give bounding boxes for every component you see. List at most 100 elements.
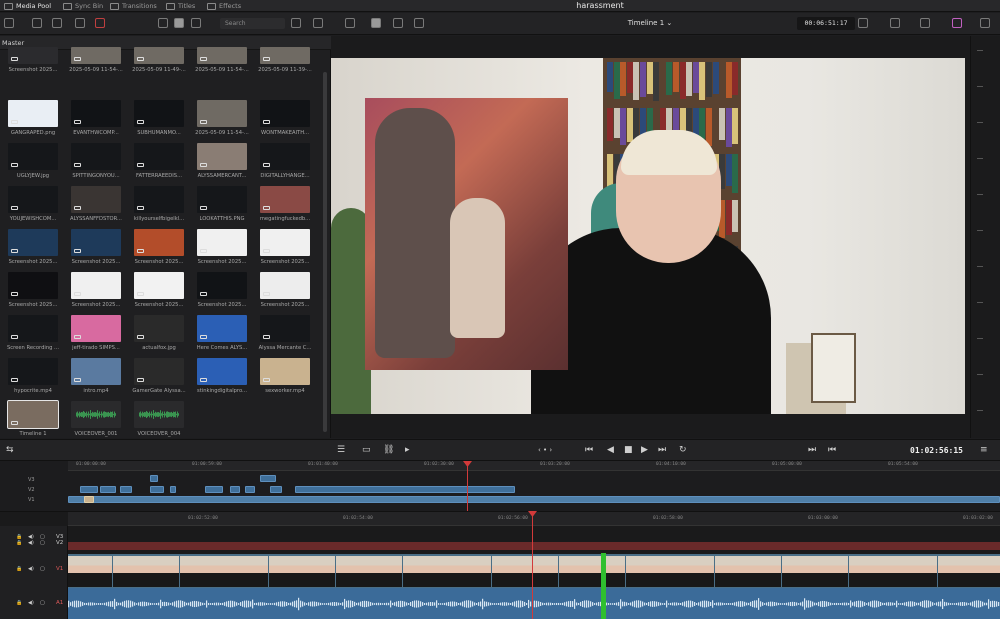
panel-toggle-icon[interactable] bbox=[4, 18, 14, 28]
media-clip[interactable]: EVANTHWCOMP... bbox=[71, 100, 121, 139]
text-tool-icon[interactable] bbox=[414, 18, 424, 28]
lock-icon[interactable]: 🔒 bbox=[16, 566, 22, 572]
media-clip[interactable]: SUBHUMANMO... bbox=[134, 100, 184, 139]
mini-timeline[interactable]: 01:00:00:00 01:00:59:00 01:01:40:00 01:02:3… bbox=[0, 461, 1000, 511]
media-clip[interactable]: Screenshot 2025... bbox=[260, 229, 310, 268]
media-clip[interactable]: megatingfuckedb... bbox=[260, 186, 310, 225]
media-clip[interactable]: Screenshot 2025... bbox=[8, 272, 58, 311]
media-clip[interactable]: sexworker.mp4 bbox=[260, 358, 310, 397]
media-clip[interactable]: intro.mp4 bbox=[71, 358, 121, 397]
media-clip[interactable]: Screenshot 2025... bbox=[71, 229, 121, 268]
speaker-icon[interactable] bbox=[980, 18, 990, 28]
media-clip[interactable]: Screenshot 2025... bbox=[134, 229, 184, 268]
media-clip[interactable]: ALYSSAMERCANT... bbox=[197, 143, 247, 182]
media-clip[interactable]: FATTERRAEEDIS... bbox=[134, 143, 184, 182]
list-view-icon[interactable] bbox=[191, 18, 201, 28]
media-clip[interactable]: WONTMAKEAITH... bbox=[260, 100, 310, 139]
media-clip[interactable]: Timeline 1 bbox=[7, 400, 59, 440]
media-clip[interactable]: VOICEOVER_001 bbox=[71, 401, 121, 440]
media-clip[interactable]: Screenshot 2025... bbox=[197, 229, 247, 268]
reverse-icon[interactable]: ◀ bbox=[607, 446, 614, 455]
mini-clip[interactable] bbox=[68, 496, 1000, 503]
clip-icon[interactable]: ▭ bbox=[362, 446, 371, 455]
media-clip[interactable]: SPITTINGONYOU... bbox=[71, 143, 121, 182]
speaker-icon[interactable]: ◀) bbox=[28, 566, 34, 572]
a1-audio-clip[interactable] bbox=[68, 588, 1000, 619]
media-clip[interactable]: Screenshot 2025... bbox=[8, 229, 58, 268]
timeline-selector[interactable]: Timeline 1 ⌄ bbox=[605, 17, 695, 30]
media-clip[interactable]: YOUJEWISHCOM... bbox=[8, 186, 58, 225]
mini-clip[interactable] bbox=[170, 486, 176, 493]
overlay-image[interactable] bbox=[365, 98, 568, 370]
tab-effects[interactable]: Effects bbox=[207, 1, 241, 11]
new-bin-icon[interactable] bbox=[32, 18, 42, 28]
mini-playhead[interactable] bbox=[467, 461, 468, 511]
v1-video-clip[interactable] bbox=[68, 554, 1000, 589]
lock-icon[interactable]: 🔒 bbox=[16, 540, 22, 546]
tab-transitions[interactable]: Transitions bbox=[110, 1, 157, 11]
media-clip[interactable]: hypocrite.mp4 bbox=[8, 358, 58, 397]
media-clip[interactable]: UGLYJEW.jpg bbox=[8, 143, 58, 182]
media-clip[interactable]: Screenshot 2025... bbox=[8, 47, 58, 86]
media-clip[interactable]: Screenshot 2025... bbox=[71, 272, 121, 311]
tab-media-pool[interactable]: Media Pool bbox=[4, 1, 51, 11]
edit-point-marker[interactable] bbox=[601, 553, 606, 619]
play-icon[interactable]: ▶ bbox=[641, 446, 648, 455]
mini-clip[interactable] bbox=[150, 475, 158, 482]
sync-icon[interactable] bbox=[75, 18, 85, 28]
stop-icon[interactable]: ■ bbox=[624, 446, 633, 455]
lock-icon[interactable]: 🔒 bbox=[16, 600, 22, 606]
sort-icon[interactable] bbox=[291, 18, 301, 28]
import-icon[interactable] bbox=[52, 18, 62, 28]
media-clip[interactable]: Screenshot 2025... bbox=[134, 272, 184, 311]
link-icon[interactable]: ⛓ bbox=[383, 446, 394, 455]
speaker-icon[interactable]: ◀) bbox=[28, 600, 34, 606]
transform-icon[interactable] bbox=[920, 18, 930, 28]
main-timeline[interactable]: 01:02:52:00 01:02:54:00 01:02:56:00 01:02:5… bbox=[0, 511, 1000, 619]
media-clip[interactable]: jeff-tirado SIMPS... bbox=[71, 315, 121, 354]
media-clip[interactable]: GANGRAPED.png bbox=[8, 100, 58, 139]
skip-to-end-icon[interactable]: ⏭ bbox=[658, 446, 666, 455]
viewer-mode-icon[interactable] bbox=[371, 18, 381, 28]
media-clip[interactable]: Screenshot 2025... bbox=[197, 272, 247, 311]
mini-clip[interactable] bbox=[100, 486, 116, 493]
mini-clip[interactable] bbox=[230, 486, 240, 493]
fit-icon[interactable] bbox=[345, 18, 355, 28]
media-clip[interactable]: 2025-05-09 11-54-... bbox=[195, 47, 249, 86]
mini-clip[interactable] bbox=[150, 486, 164, 493]
mini-clip[interactable] bbox=[245, 486, 255, 493]
mini-clip[interactable] bbox=[270, 486, 282, 493]
media-clip[interactable]: Here Comes ALYS... bbox=[197, 315, 247, 354]
media-clip[interactable]: stinkingdigitalpro... bbox=[197, 358, 247, 397]
search-input[interactable]: Search bbox=[220, 18, 285, 29]
mini-clip[interactable] bbox=[205, 486, 223, 493]
media-clip[interactable]: 2025-05-09 11-39-... bbox=[258, 47, 312, 86]
media-clip[interactable]: Screenshot 2025... bbox=[260, 272, 310, 311]
video-frame[interactable] bbox=[331, 58, 965, 414]
tab-sync-bin[interactable]: Sync Bin bbox=[63, 1, 103, 11]
unlink-icon[interactable] bbox=[95, 18, 105, 28]
speaker-icon[interactable]: ◀) bbox=[28, 540, 34, 546]
media-clip[interactable]: ALYSSANFFDSTOR... bbox=[70, 186, 122, 225]
play-marker-icon[interactable]: ▸ bbox=[405, 446, 410, 455]
v2-track-clip[interactable] bbox=[68, 542, 1000, 550]
display-icon[interactable] bbox=[890, 18, 900, 28]
settings-icon[interactable]: ☰ bbox=[337, 446, 345, 455]
safe-area-icon[interactable] bbox=[393, 18, 403, 28]
media-clip[interactable]: 2025-05-09 11-54-... bbox=[69, 47, 123, 86]
main-playhead[interactable] bbox=[532, 511, 533, 619]
jog-icon[interactable]: ‹ • › bbox=[538, 446, 552, 455]
skip-to-start-icon[interactable]: ⏮ bbox=[585, 446, 593, 455]
next-edit-icon[interactable]: ⏭ bbox=[808, 446, 816, 455]
prev-edit-icon[interactable]: ⏮ bbox=[828, 446, 836, 455]
mini-clip[interactable] bbox=[80, 486, 98, 493]
media-clip[interactable]: 2025-05-09 11-49-... bbox=[132, 47, 186, 86]
timeline-view-icon[interactable]: ⇆ bbox=[6, 446, 14, 455]
media-clip[interactable]: Alyssa Mercante C... bbox=[259, 315, 311, 354]
eye-icon[interactable]: ▢ bbox=[40, 566, 45, 572]
mini-ruler[interactable]: 01:00:00:00 01:00:59:00 01:01:40:00 01:02:3… bbox=[68, 461, 1000, 471]
thumbnail-view-icon[interactable] bbox=[174, 18, 184, 28]
metadata-view-icon[interactable] bbox=[158, 18, 168, 28]
mini-clip[interactable] bbox=[120, 486, 132, 493]
media-clip[interactable]: killyourselfbigelkl... bbox=[134, 186, 184, 225]
